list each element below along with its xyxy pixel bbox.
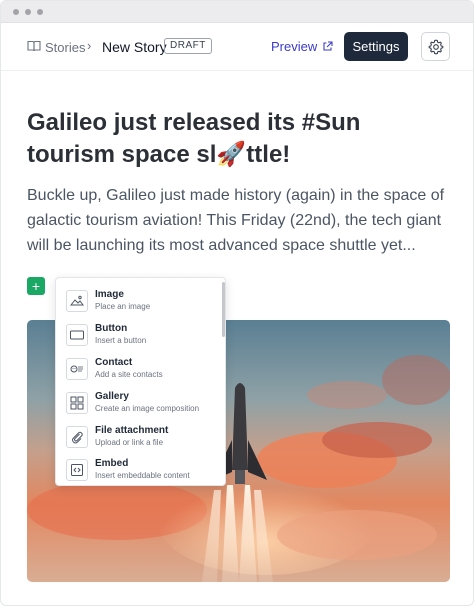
menu-item-label: File attachment [95,425,169,436]
menu-item-gallery[interactable]: Gallery Create an image composition [56,387,221,419]
add-block-button[interactable]: + [27,277,45,295]
menu-item-image[interactable]: Image Place an image [56,285,221,317]
preview-link[interactable]: Preview [271,39,333,54]
menu-item-label: Button [95,323,128,334]
status-badge: DRAFT [164,38,212,54]
menu-item-label: Gallery [95,391,129,402]
window-dot-icon [13,9,19,15]
article-lead[interactable]: Buckle up, Galileo just made history (ag… [27,183,457,258]
menu-item-description: Place an image [95,302,151,311]
image-icon [66,290,88,312]
external-link-icon [323,41,333,51]
settings-button[interactable]: Settings [344,32,408,61]
menu-item-description: Upload or link a file [95,438,164,447]
menu-item-description: Insert embeddable content [95,471,190,480]
gallery-icon [66,392,88,414]
menu-item-label: Contact [95,357,133,368]
window-titlebar [1,1,473,23]
menu-item-file-attachment[interactable]: File attachment Upload or link a file [56,421,221,453]
breadcrumb-separator: › [87,38,92,53]
contact-icon [66,358,88,380]
menu-item-description: Insert a button [95,336,147,345]
menu-item-button[interactable]: Button Insert a button [56,319,221,351]
paperclip-icon [66,426,88,448]
book-icon [27,40,41,52]
gear-icon [428,39,444,55]
menu-item-description: Create an image composition [95,404,200,413]
browser-window: Stories › New Story DRAFT Preview Settin… [0,0,474,606]
button-icon [66,324,88,346]
menu-item-contact[interactable]: Contact Add a site contacts [56,353,221,385]
window-dot-icon [25,9,31,15]
breadcrumb-stories-link[interactable]: Stories [45,40,85,55]
breadcrumb-current: New Story [102,39,167,55]
embed-icon [66,459,88,481]
editor-header: Stories › New Story DRAFT Preview Settin… [1,23,473,71]
article-title[interactable]: Galileo just released its #Sun tourism s… [27,107,447,171]
menu-item-embed[interactable]: Embed Insert embeddable content [56,454,221,485]
window-dot-icon [37,9,43,15]
menu-scrollbar[interactable] [222,282,225,337]
menu-item-label: Image [95,289,124,300]
insert-block-menu: Image Place an image Button Insert a but… [55,277,226,486]
preview-label: Preview [271,39,318,54]
gear-button[interactable] [421,32,450,61]
menu-item-description: Add a site contacts [95,370,163,379]
menu-item-label: Embed [95,458,129,469]
